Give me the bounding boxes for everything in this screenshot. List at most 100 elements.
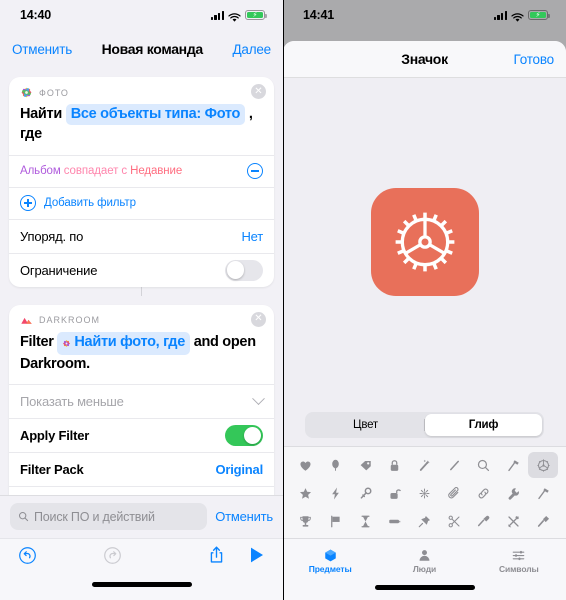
icon-preview [370, 188, 479, 296]
plus-circle-icon[interactable] [20, 195, 36, 212]
gear-icon [395, 212, 454, 272]
sheet-title: Значок [401, 51, 448, 67]
glyph-unlock-icon[interactable] [380, 480, 410, 506]
glyph-eyedropper-icon[interactable] [469, 508, 499, 534]
icon-picker-tab-bar: Предметы Люди Символы [283, 538, 566, 582]
glyph-screwdriver-icon[interactable] [528, 508, 558, 534]
glyph-key-icon[interactable] [350, 480, 380, 506]
add-filter-row[interactable]: Добавить фильтр [9, 186, 274, 219]
action-card-darkroom[interactable]: DARKROOM ✕ Filter Найти фото, где and op… [9, 304, 274, 521]
card-app-label: DARKROOM [39, 315, 101, 326]
tab-symbols-label: Символы [498, 563, 539, 574]
home-indicator [0, 576, 283, 600]
sort-by-value[interactable]: Нет [241, 229, 263, 244]
glyph-star-icon[interactable] [291, 480, 321, 506]
filter-row[interactable]: Альбом совпадает с Недавние [9, 154, 274, 187]
chevron-down-icon[interactable] [252, 392, 265, 406]
next-button[interactable]: Далее [232, 42, 271, 57]
limit-row[interactable]: Ограничение [9, 252, 274, 287]
cancel-button[interactable]: Отменить [12, 42, 72, 57]
glyph-tools-icon[interactable] [499, 508, 529, 534]
glyph-bolt-icon[interactable] [321, 480, 351, 506]
filter-pack-value[interactable]: Original [215, 462, 263, 477]
wifi-icon [511, 10, 524, 22]
card-header: DARKROOM ✕ [9, 305, 274, 330]
photos-app-icon [20, 86, 33, 99]
card-header: ФОТО ✕ [9, 77, 274, 102]
glyph-sparkle-icon[interactable] [410, 480, 440, 506]
glyph-battery-icon[interactable] [380, 508, 410, 534]
share-icon[interactable] [208, 545, 225, 570]
search-cancel-button[interactable]: Отменить [215, 509, 273, 524]
glyph-gear-icon[interactable] [528, 452, 558, 478]
search-bar: Поиск ПО и действий Отменить [0, 495, 283, 538]
search-placeholder: Поиск ПО и действий [34, 509, 155, 524]
tab-symbols[interactable]: Символы [472, 548, 566, 574]
filter-field: Альбом [20, 165, 61, 178]
glyph-heart-icon[interactable] [291, 452, 321, 478]
glyph-hammer-icon[interactable] [499, 452, 529, 478]
status-time: 14:40 [20, 8, 51, 22]
cube-icon [324, 549, 336, 561]
title-prefix: Filter [20, 333, 54, 350]
person-icon [419, 549, 430, 561]
battery-charging-icon: ⚡ [245, 10, 267, 20]
actions-scroll-area: ФОТО ✕ Найти Все объекты типа: Фото , гд… [0, 77, 283, 521]
tab-people[interactable]: Люди [377, 548, 471, 574]
apply-filter-toggle[interactable] [225, 425, 263, 447]
panel-divider [283, 0, 284, 600]
filter-value: Недавние [130, 165, 183, 178]
parameter-token-find-photos[interactable]: Найти фото, где [57, 331, 190, 355]
sort-by-row[interactable]: Упоряд. по Нет [9, 218, 274, 253]
glyph-link-icon[interactable] [469, 480, 499, 506]
glyph-tag-icon[interactable] [350, 452, 380, 478]
search-input[interactable]: Поиск ПО и действий [10, 503, 208, 530]
glyph-flag-icon[interactable] [321, 508, 351, 534]
action-card-photos[interactable]: ФОТО ✕ Найти Все объекты типа: Фото , гд… [9, 77, 274, 287]
glyph-paperclip-icon[interactable] [439, 480, 469, 506]
redo-icon [103, 546, 122, 570]
left-phone-shortcuts-editor: 14:40 ⚡ Отменить Новая команда Далее ФОТ… [0, 0, 283, 600]
glyph-hourglass-icon[interactable] [350, 508, 380, 534]
tab-people-label: Люди [412, 563, 437, 574]
glyph-grid-panel [283, 446, 566, 538]
glyph-pencil-icon[interactable] [439, 452, 469, 478]
glyph-wrench-icon[interactable] [499, 480, 529, 506]
right-phone-icon-picker: 14:41 ⚡ Значок Готово Цвет Глиф Предметы… [283, 0, 566, 600]
cellular-signal-icon [210, 10, 224, 20]
glyph-hammer-alt-icon[interactable] [528, 480, 558, 506]
close-icon[interactable]: ✕ [251, 84, 266, 99]
undo-icon[interactable] [18, 546, 37, 570]
wifi-icon [228, 10, 241, 22]
segment-glyph[interactable]: Глиф [425, 414, 542, 436]
left-status-bar: 14:40 ⚡ [0, 0, 283, 30]
show-less-row[interactable]: Показать меньше [9, 384, 274, 418]
glyph-balloon-icon[interactable] [321, 452, 351, 478]
tab-objects-label: Предметы [308, 563, 352, 574]
done-button[interactable]: Готово [514, 52, 555, 67]
limit-toggle[interactable] [225, 259, 263, 281]
glyph-search-icon[interactable] [469, 452, 499, 478]
search-icon [18, 511, 29, 522]
segment-color[interactable]: Цвет [307, 414, 424, 436]
filter-pack-row[interactable]: Filter Pack Original [9, 452, 274, 486]
apply-filter-row[interactable]: Apply Filter [9, 418, 274, 452]
status-time: 14:41 [303, 8, 334, 22]
glyph-grid [291, 452, 558, 534]
photos-app-icon [62, 335, 71, 354]
glyph-trophy-icon[interactable] [291, 508, 321, 534]
glyph-scissors-icon[interactable] [439, 508, 469, 534]
glyph-lock-icon[interactable] [380, 452, 410, 478]
tab-objects[interactable]: Предметы [283, 548, 377, 574]
color-glyph-segmented-control[interactable]: Цвет Глиф [305, 412, 544, 438]
card-title: Filter Найти фото, где and open Darkroom… [9, 330, 274, 385]
play-icon[interactable] [249, 546, 265, 569]
add-filter-label: Добавить фильтр [44, 197, 136, 210]
glyph-pushpin-icon[interactable] [410, 508, 440, 534]
parameter-token-content-type[interactable]: Все объекты типа: Фото [65, 104, 246, 126]
close-icon[interactable]: ✕ [251, 311, 266, 327]
minus-circle-icon[interactable] [247, 163, 263, 180]
glyph-magic-wand-icon[interactable] [410, 452, 440, 478]
card-connector [140, 286, 143, 296]
segmented-control-wrap: Цвет Глиф [283, 406, 566, 446]
